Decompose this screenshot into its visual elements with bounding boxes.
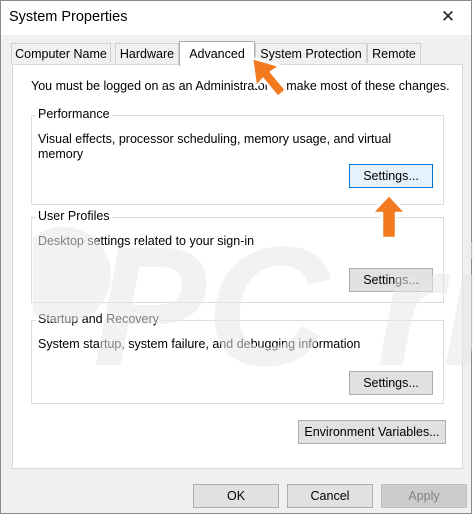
tab-label: System Protection xyxy=(260,46,362,61)
tab-label: Advanced xyxy=(189,47,245,61)
performance-group-label: Performance xyxy=(36,107,112,121)
tab-label: Hardware xyxy=(119,46,175,61)
performance-group: Performance Visual effects, processor sc… xyxy=(31,107,444,205)
ok-button[interactable]: OK xyxy=(193,484,279,508)
tab-remote[interactable]: Remote xyxy=(367,43,421,63)
user-profiles-group: User Profiles Desktop settings related t… xyxy=(31,209,444,303)
user-profiles-description: Desktop settings related to your sign-in xyxy=(38,234,255,248)
cancel-button[interactable]: Cancel xyxy=(287,484,373,508)
advanced-tab-panel: You must be logged on as an Administrato… xyxy=(12,64,473,469)
tab-hardware[interactable]: Hardware xyxy=(115,43,179,63)
tab-computer-name[interactable]: Computer Name xyxy=(11,43,111,63)
close-button[interactable]: ✕ xyxy=(425,1,471,33)
tab-advanced[interactable]: Advanced xyxy=(179,41,255,66)
window-title: System Properties xyxy=(9,9,128,25)
apply-button[interactable]: Apply xyxy=(381,484,467,508)
startup-recovery-group-label: Startup and Recovery xyxy=(36,312,161,326)
startup-recovery-group: Startup and Recovery System startup, sys… xyxy=(31,312,444,404)
performance-settings-button[interactable]: Settings... xyxy=(349,164,433,188)
system-properties-window: System Properties ✕ Computer Name Hardwa… xyxy=(0,0,473,514)
performance-description: Visual effects, processor scheduling, me… xyxy=(38,132,392,161)
environment-variables-button[interactable]: Environment Variables... xyxy=(298,420,446,444)
user-profiles-group-label: User Profiles xyxy=(36,209,112,223)
admin-notice: You must be logged on as an Administrato… xyxy=(31,79,450,93)
tab-label: Remote xyxy=(372,46,416,61)
tab-system-protection[interactable]: System Protection xyxy=(255,43,367,63)
title-bar[interactable]: System Properties ✕ xyxy=(1,1,471,35)
user-profiles-settings-button[interactable]: Settings... xyxy=(349,268,433,292)
close-icon: ✕ xyxy=(440,7,456,26)
startup-recovery-description: System startup, system failure, and debu… xyxy=(38,337,361,351)
startup-recovery-settings-button[interactable]: Settings... xyxy=(349,371,433,395)
tab-label: Computer Name xyxy=(15,46,107,61)
